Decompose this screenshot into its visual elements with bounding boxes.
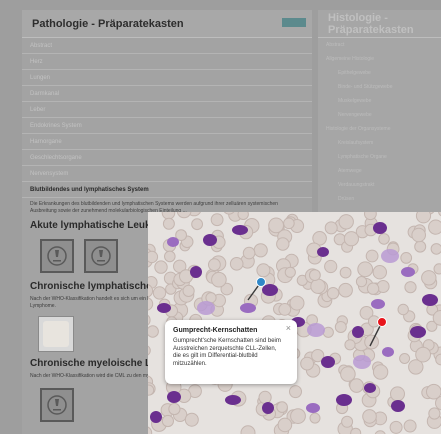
histology-panel-header: Histologie - Präparatekasten (318, 10, 441, 38)
red-marker-dot[interactable] (377, 317, 387, 327)
histology-nav: Abstract Allgemeine Histologie Epithelgewe… (318, 38, 441, 206)
blue-marker-dot[interactable] (256, 277, 266, 287)
cll-slide-thumbnail[interactable] (38, 316, 74, 352)
pathology-panel-header: Pathologie - Präparatekasten (22, 10, 312, 38)
histology-nav-item[interactable]: Abstract (318, 38, 441, 52)
nav-item[interactable]: Leber (22, 102, 312, 118)
nav-item[interactable]: Harnorgane (22, 134, 312, 150)
histology-nav-item[interactable]: Drüsen (318, 192, 441, 206)
nav-item[interactable]: Herz (22, 54, 312, 70)
nav-item[interactable]: Endokrines System (22, 118, 312, 134)
microscope-icon[interactable] (40, 239, 74, 273)
histology-nav-item[interactable]: Histologie der Organsysteme (318, 122, 441, 136)
nav-item[interactable]: Abstract (22, 38, 312, 54)
nav-item[interactable]: Lungen (22, 70, 312, 86)
tooltip-title: Gumprecht-Kernschatten (173, 327, 258, 334)
pathology-panel-title: Pathologie - Präparatekasten (32, 17, 184, 30)
pathology-nav: Abstract Herz Lungen Darmkanal Leber Endokrin… (22, 38, 312, 198)
nav-item[interactable]: Geschlechtsorgane (22, 150, 312, 166)
info-tooltip: × Gumprecht-Kernschatten Gumprecht'sche … (165, 320, 297, 384)
microscope-icon[interactable] (84, 239, 118, 273)
nav-item[interactable]: Darmkanal (22, 86, 312, 102)
header-badge[interactable] (282, 18, 306, 27)
histology-nav-item[interactable]: Binde- und Stützgewebe (318, 80, 441, 94)
tooltip-text: Gumprecht'sche Kernschatten sind beim Au… (173, 338, 281, 367)
nav-item[interactable]: Blutbildendes und lymphatisches System (22, 182, 312, 198)
histology-nav-item[interactable]: Kreislaufsystem (318, 136, 441, 150)
histology-nav-item[interactable]: Muskelgewebe (318, 94, 441, 108)
histology-nav-item[interactable]: Epithelgewebe (318, 66, 441, 80)
histology-panel-title: Histologie - Präparatekasten (328, 11, 414, 36)
histology-nav-item[interactable]: Allgemeine Histologie (318, 52, 441, 66)
nav-item[interactable]: Nervensystem (22, 166, 312, 182)
microscope-icon[interactable] (40, 388, 74, 422)
histology-nav-item[interactable]: Nervengewebe (318, 108, 441, 122)
histology-nav-item[interactable]: Lymphatische Organe (318, 150, 441, 164)
close-icon[interactable]: × (286, 323, 291, 333)
histology-nav-item[interactable]: Verdauungstrakt (318, 178, 441, 192)
histology-nav-item[interactable]: Atemwege (318, 164, 441, 178)
